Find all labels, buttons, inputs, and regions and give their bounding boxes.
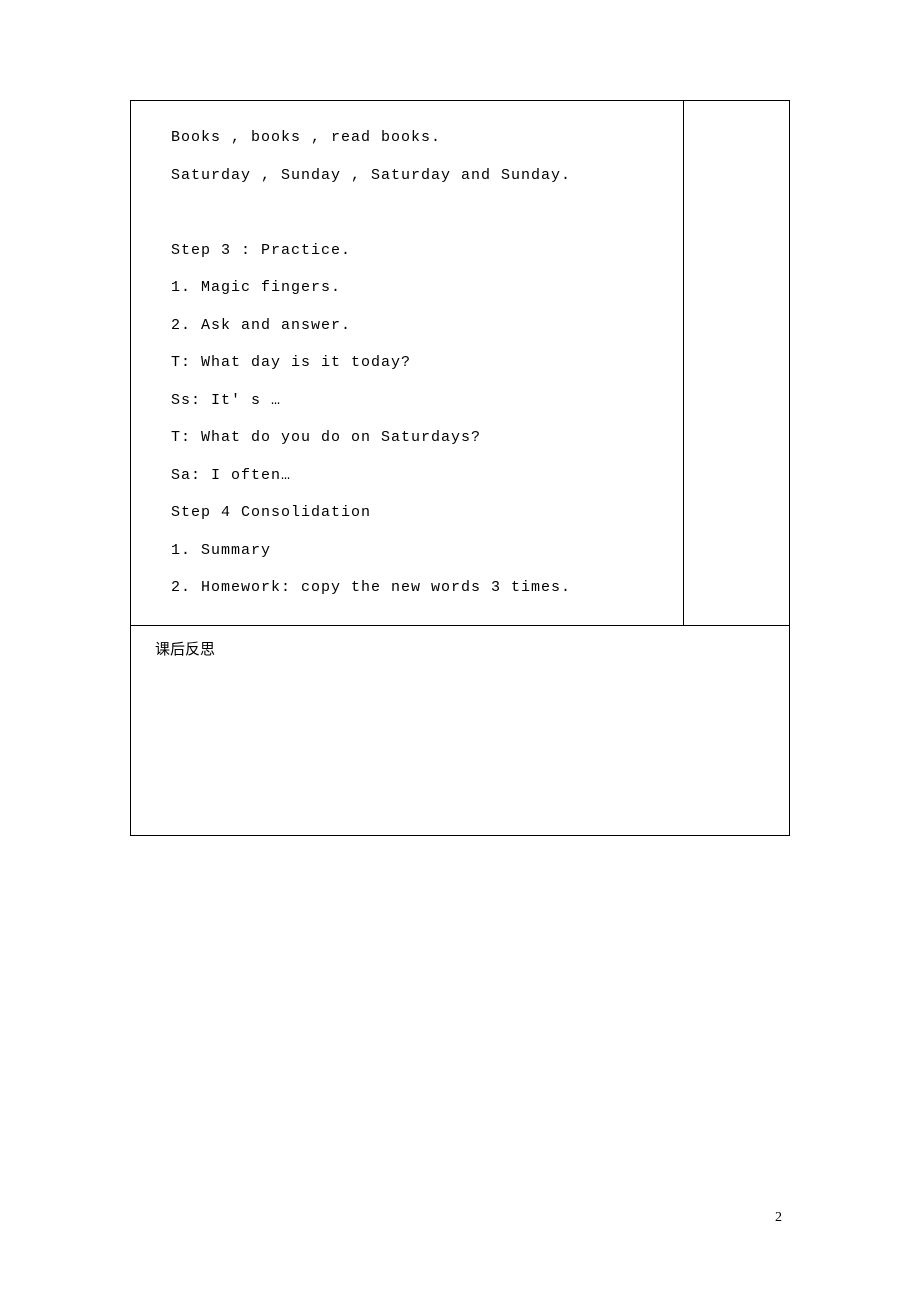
- text-line: Saturday , Sunday , Saturday and Sunday.: [171, 157, 671, 195]
- list-item: 2. Ask and answer.: [171, 307, 671, 345]
- dialogue-line: Ss: It' s …: [171, 382, 671, 420]
- reflection-label: 课后反思: [155, 642, 215, 659]
- side-cell: [684, 101, 790, 626]
- step-heading: Step 3 : Practice.: [171, 232, 671, 270]
- content-row: Books , books , read books. Saturday , S…: [131, 101, 790, 626]
- main-content-cell: Books , books , read books. Saturday , S…: [131, 101, 684, 626]
- dialogue-line: T: What day is it today?: [171, 344, 671, 382]
- list-item: 1. Magic fingers.: [171, 269, 671, 307]
- reflection-cell: 课后反思: [131, 625, 790, 835]
- dialogue-line: T: What do you do on Saturdays?: [171, 419, 671, 457]
- page-number: 2: [775, 1210, 782, 1226]
- lesson-plan-table: Books , books , read books. Saturday , S…: [130, 100, 790, 836]
- text-line: Books , books , read books.: [171, 119, 671, 157]
- dialogue-line: Sa: I often…: [171, 457, 671, 495]
- list-item: 1. Summary: [171, 532, 671, 570]
- reflection-row: 课后反思: [131, 625, 790, 835]
- blank-line: [171, 194, 671, 232]
- step-heading: Step 4 Consolidation: [171, 494, 671, 532]
- list-item: 2. Homework: copy the new words 3 times.: [171, 569, 671, 607]
